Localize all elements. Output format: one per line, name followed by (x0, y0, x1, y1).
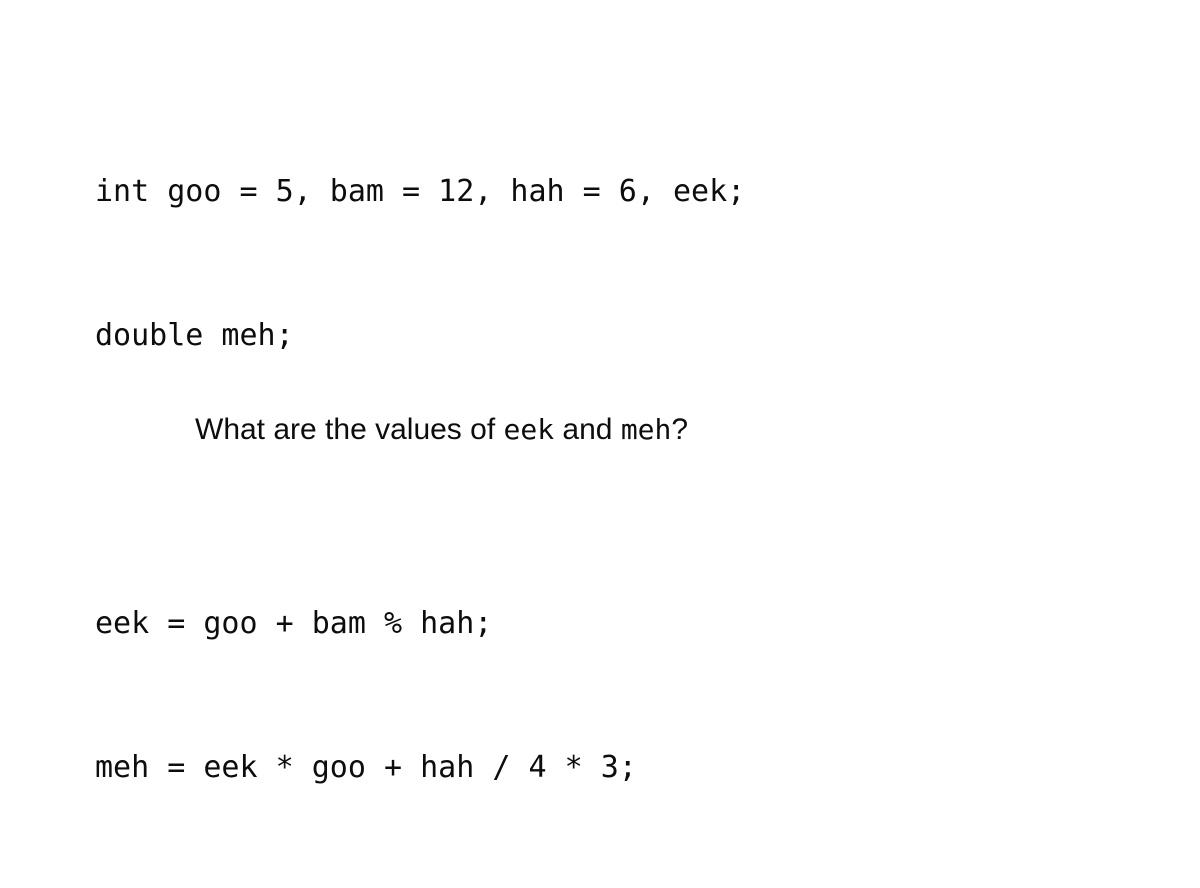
question-conjunction-text: and (554, 413, 621, 446)
question-prompt: What are the values of eek and meh? (195, 408, 688, 452)
slide-canvas: int goo = 5, bam = 12, hah = 6, eek; dou… (0, 0, 1200, 785)
question-prefix-text: What are the values of (195, 413, 504, 446)
question-variable-eek: eek (503, 413, 555, 446)
question-variable-meh: meh (620, 413, 672, 446)
code-line-assignment-eek: eek = goo + bam % hah; (95, 606, 493, 641)
code-block: int goo = 5, bam = 12, hah = 6, eek; dou… (95, 72, 745, 888)
code-line-declaration-double: double meh; (95, 318, 294, 353)
code-line-declaration-int: int goo = 5, bam = 12, hah = 6, eek; (95, 174, 746, 209)
question-mark: ? (671, 413, 689, 446)
code-line-assignment-meh: meh = eek * goo + hah / 4 * 3; (95, 750, 637, 785)
